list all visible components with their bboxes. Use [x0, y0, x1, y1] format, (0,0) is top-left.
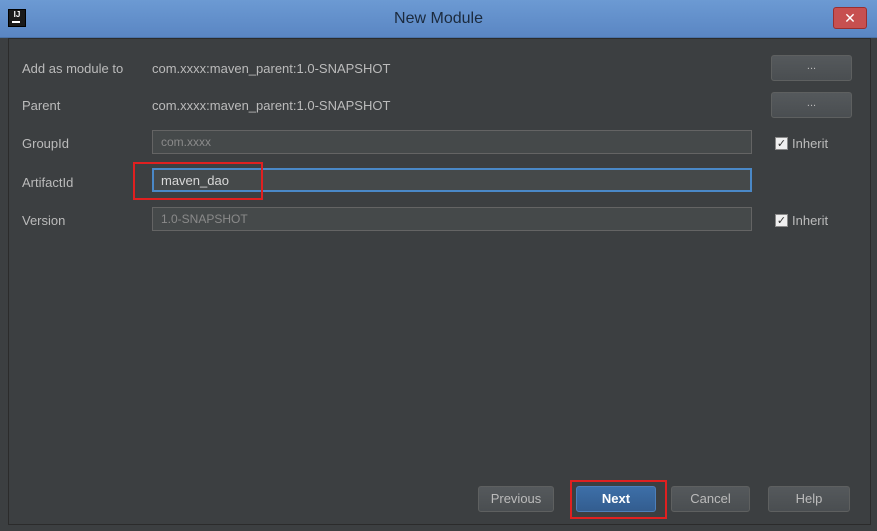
- previous-button[interactable]: Previous: [478, 486, 554, 512]
- parent-label: Parent: [22, 98, 61, 113]
- add-as-module-label: Add as module to: [22, 61, 124, 76]
- dialog-title: New Module: [394, 10, 483, 27]
- version-inherit-checkbox[interactable]: ✓ Inherit: [775, 213, 828, 228]
- checkbox-checked-icon: ✓: [775, 137, 788, 150]
- add-as-module-value: com.xxxx:maven_parent:1.0-SNAPSHOT: [152, 61, 391, 76]
- close-button[interactable]: ✕: [833, 7, 867, 29]
- new-module-dialog: IJ New Module ✕ Add as module to com.xxx…: [0, 0, 877, 531]
- checkbox-checked-icon: ✓: [775, 214, 788, 227]
- groupid-label: GroupId: [22, 136, 69, 151]
- artifactid-highlight-box: [133, 162, 263, 200]
- dialog-content: [8, 38, 871, 525]
- inherit-label: Inherit: [792, 213, 829, 228]
- groupid-field[interactable]: [152, 130, 752, 154]
- inherit-label: Inherit: [792, 136, 829, 151]
- parent-browse-button[interactable]: ...: [771, 92, 852, 118]
- close-icon: ✕: [844, 10, 856, 26]
- help-button[interactable]: Help: [768, 486, 850, 512]
- parent-value: com.xxxx:maven_parent:1.0-SNAPSHOT: [152, 98, 391, 113]
- version-label: Version: [22, 213, 66, 228]
- cancel-button[interactable]: Cancel: [671, 486, 750, 512]
- next-highlight-box: [570, 480, 667, 519]
- artifactid-label: ArtifactId: [22, 175, 74, 190]
- groupid-inherit-checkbox[interactable]: ✓ Inherit: [775, 136, 828, 151]
- version-field[interactable]: [152, 207, 752, 231]
- add-as-module-browse-button[interactable]: ...: [771, 55, 852, 81]
- title-bar[interactable]: IJ New Module ✕: [0, 0, 877, 38]
